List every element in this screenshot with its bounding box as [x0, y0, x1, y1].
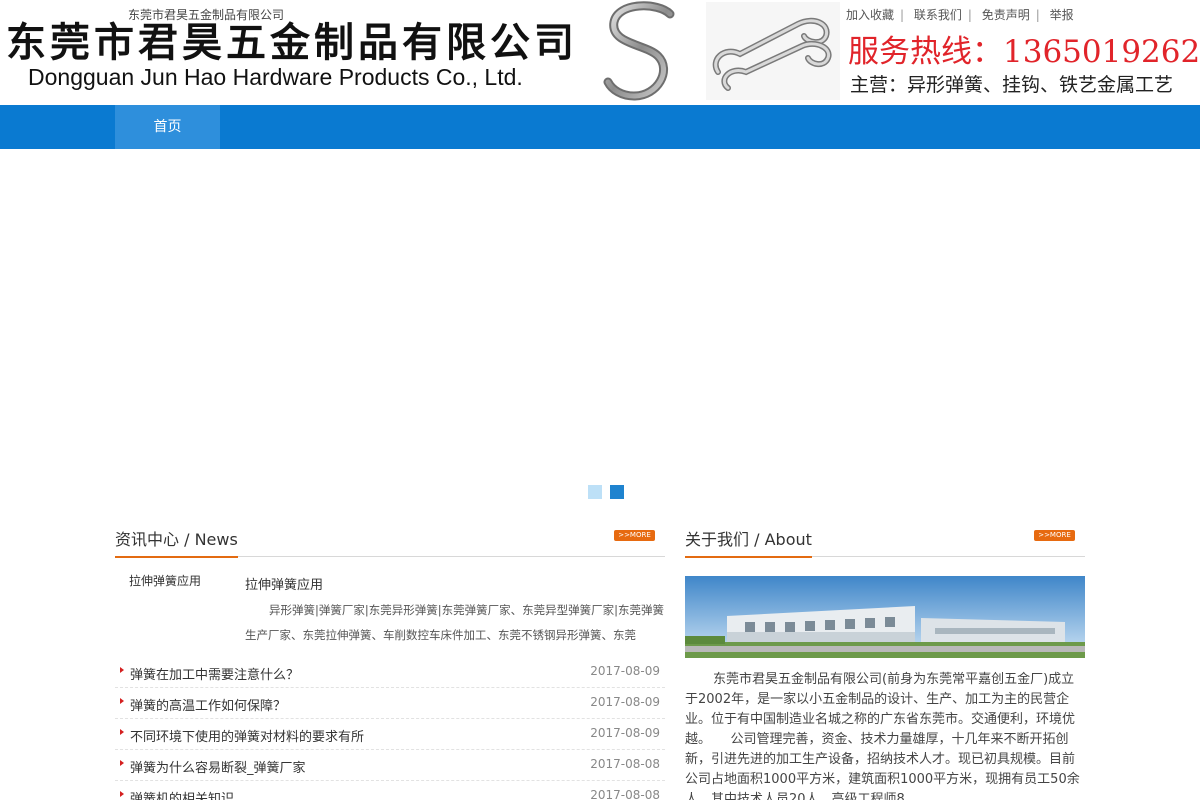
news-item-date: 2017-08-09 — [590, 695, 660, 709]
bullet-arrow-icon — [120, 698, 124, 704]
news-item-date: 2017-08-09 — [590, 726, 660, 740]
bullet-arrow-icon — [120, 729, 124, 735]
site-header: 东莞市君昊五金制品有限公司 东莞市君昊五金制品有限公司 Dongguan Jun… — [0, 0, 1200, 105]
main-business: 主营：异形弹簧、挂钩、铁艺金属工艺 — [850, 74, 1174, 96]
news-item[interactable]: 弹簧在加工中需要注意什么？ 2017-08-09 — [115, 657, 665, 688]
news-item[interactable]: 弹簧机的相关知识 2017-08-08 — [115, 781, 665, 800]
about-description: 东莞市君昊五金制品有限公司(前身为东莞常平嘉创五金厂)成立于2002年，是一家以… — [685, 672, 1080, 800]
bullet-arrow-icon — [120, 760, 124, 766]
logo-chinese[interactable]: 东莞市君昊五金制品有限公司 — [6, 10, 578, 68]
add-favorite-link[interactable]: 加入收藏 — [840, 8, 900, 22]
news-item[interactable]: 不同环境下使用的弹簧对材料的要求有所 2017-08-09 — [115, 719, 665, 750]
news-subtitle: / News — [184, 530, 238, 549]
link-separator: | — [1035, 8, 1040, 22]
banner-slider — [0, 149, 1200, 509]
slider-dot-1[interactable] — [588, 485, 602, 499]
top-links: 加入收藏 | 联系我们 | 免责声明 | 举报 — [840, 6, 1080, 23]
news-section: 资讯中心 / News >>MORE 拉伸弹簧应用 拉伸弹簧应用 异形弹簧|弹簧… — [115, 524, 665, 800]
contact-us-link[interactable]: 联系我们 — [908, 8, 968, 22]
news-list: 弹簧在加工中需要注意什么？ 2017-08-09 弹簧的高温工作如何保障？ 2017… — [115, 657, 665, 800]
about-title: 关于我们 / About — [685, 526, 812, 558]
featured-news-label[interactable]: 拉伸弹簧应用 — [129, 572, 201, 589]
news-item-date: 2017-08-08 — [590, 757, 660, 771]
bullet-arrow-icon — [120, 791, 124, 797]
link-separator: | — [900, 8, 905, 22]
link-separator: | — [967, 8, 972, 22]
factory-image — [685, 576, 1085, 658]
news-item-title[interactable]: 不同环境下使用的弹簧对材料的要求有所 — [130, 726, 364, 745]
about-header: 关于我们 / About >>MORE — [685, 524, 1085, 558]
featured-news-desc: 异形弹簧|弹簧厂家|东莞异形弹簧|东莞弹簧厂家、东莞异型弹簧厂家|东莞弹簧生产厂… — [245, 603, 664, 642]
news-item-date: 2017-08-09 — [590, 664, 660, 678]
about-more-button[interactable]: >>MORE — [1034, 530, 1075, 541]
hook-photo-icon — [712, 17, 832, 91]
news-title: 资讯中心 / News — [115, 526, 238, 558]
logo-english: Dongguan Jun Hao Hardware Products Co., … — [28, 64, 523, 90]
s-hook-icon — [603, 1, 675, 101]
news-item[interactable]: 弹簧的高温工作如何保障？ 2017-08-09 — [115, 688, 665, 719]
hook-product-image — [706, 2, 840, 100]
news-item-title[interactable]: 弹簧为什么容易断裂_弹簧厂家 — [130, 757, 306, 776]
news-more-button[interactable]: >>MORE — [614, 530, 655, 541]
news-header: 资讯中心 / News >>MORE — [115, 524, 665, 558]
main-nav: 首页 — [0, 105, 1200, 149]
news-item-title[interactable]: 弹簧机的相关知识 — [130, 788, 234, 800]
report-link[interactable]: 举报 — [1044, 8, 1080, 22]
news-item-title[interactable]: 弹簧在加工中需要注意什么？ — [130, 664, 299, 683]
news-item[interactable]: 弹簧为什么容易断裂_弹簧厂家 2017-08-08 — [115, 750, 665, 781]
disclaimer-link[interactable]: 免责声明 — [976, 8, 1036, 22]
service-hotline: 服务热线：13650192627 — [848, 34, 1200, 70]
featured-news-title[interactable]: 拉伸弹簧应用 — [245, 574, 323, 593]
slider-dot-2[interactable] — [610, 485, 624, 499]
nav-item-home[interactable]: 首页 — [115, 105, 220, 149]
about-section: 关于我们 / About >>MORE 东莞市君昊五金制品有限公司(前身为东莞常… — [685, 524, 1085, 800]
factory-building-icon — [685, 576, 1085, 658]
bullet-arrow-icon — [120, 667, 124, 673]
news-title-text: 资讯中心 — [115, 530, 180, 549]
news-item-date: 2017-08-08 — [590, 788, 660, 800]
about-subtitle: / About — [754, 530, 812, 549]
news-item-title[interactable]: 弹簧的高温工作如何保障？ — [130, 695, 286, 714]
about-title-text: 关于我们 — [685, 530, 750, 549]
